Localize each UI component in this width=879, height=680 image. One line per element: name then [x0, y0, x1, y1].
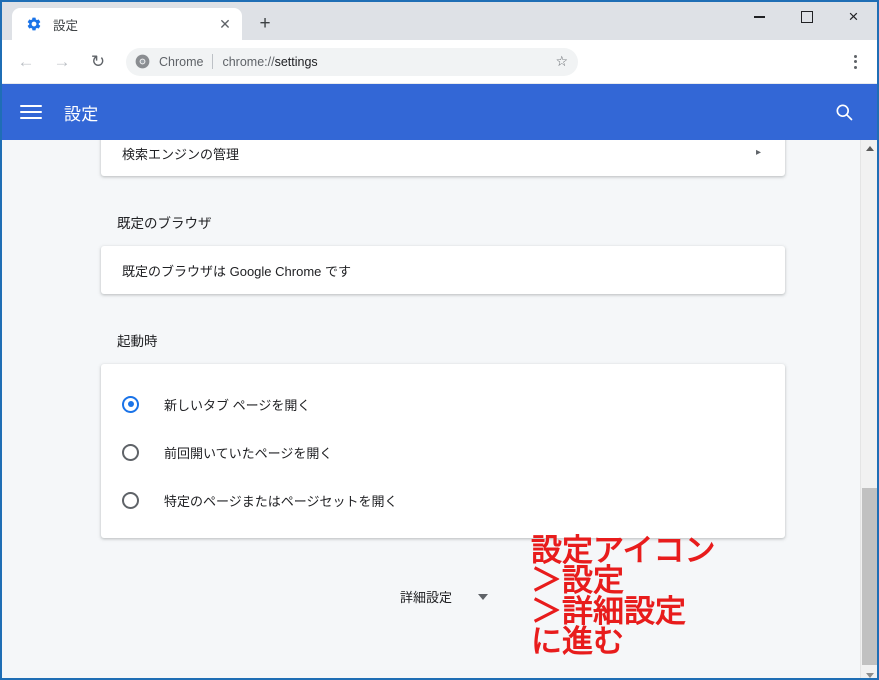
startup-option-specific-pages[interactable]: 特定のページまたはページセットを開く [101, 476, 785, 524]
settings-content: 検索エンジンの管理 ▸ 既定のブラウザ 既定のブラウザは Google Chro… [2, 140, 877, 678]
menu-dot [853, 60, 857, 63]
startup-option-label: 特定のページまたはページセットを開く [164, 493, 398, 509]
chrome-menu-icon[interactable] [841, 48, 869, 76]
startup-option-new-tab[interactable]: 新しいタブ ページを開く [101, 380, 785, 428]
page-title: 設定 [64, 104, 99, 124]
search-engine-card: 検索エンジンの管理 ▸ [101, 140, 785, 176]
chevron-right-icon: ▸ [755, 147, 761, 158]
vertical-scrollbar[interactable] [860, 140, 877, 678]
advanced-settings-button[interactable]: 詳細設定 [380, 580, 506, 613]
close-window-button[interactable]: × [830, 2, 877, 32]
startup-heading: 起動時 [117, 334, 158, 349]
startup-option-continue[interactable]: 前回開いていたページを開く [101, 428, 785, 476]
scroll-down-triangle [865, 673, 874, 678]
hamburger-menu-icon[interactable] [20, 105, 42, 119]
default-browser-card: 既定のブラウザは Google Chrome です [101, 246, 785, 294]
omnibox-divider [212, 54, 214, 69]
browser-window: 設定 ✕ + × ← → ↻ Chrome chrome://settings [0, 0, 879, 680]
radio-icon[interactable] [122, 491, 139, 509]
address-bar[interactable]: Chrome chrome://settings ☆ [126, 47, 578, 76]
chevron-down-icon [478, 593, 488, 600]
scroll-down-icon[interactable] [861, 667, 877, 678]
bookmark-star-icon[interactable]: ☆ [555, 53, 568, 70]
manage-search-engines-label: 検索エンジンの管理 [122, 146, 240, 162]
menu-dot [853, 54, 857, 58]
reload-icon[interactable]: ↻ [83, 47, 113, 77]
menu-dot [853, 65, 857, 69]
new-tab-button[interactable]: + [251, 9, 279, 37]
tab-strip: 設定 ✕ + × [2, 2, 877, 40]
default-browser-status: 既定のブラウザは Google Chrome です [122, 263, 351, 279]
search-icon[interactable] [831, 99, 857, 125]
omnibox-scheme-chip: Chrome [159, 54, 204, 69]
minimize-button[interactable] [736, 2, 783, 32]
window-controls: × [736, 2, 877, 32]
scrollbar-thumb[interactable] [862, 488, 877, 665]
omnibox-url: chrome://settings [222, 55, 547, 69]
scroll-up-icon[interactable] [861, 140, 877, 157]
radio-icon[interactable] [122, 395, 139, 413]
hamburger-bar [20, 105, 42, 107]
hamburger-bar [20, 111, 42, 113]
advanced-settings-wrap: 詳細設定 [101, 580, 785, 613]
tab-settings[interactable]: 設定 ✕ [12, 8, 242, 40]
startup-option-label: 前回開いていたページを開く [164, 445, 333, 461]
back-icon[interactable]: ← [11, 47, 41, 77]
browser-toolbar: ← → ↻ Chrome chrome://settings ☆ [2, 40, 877, 84]
radio-icon[interactable] [122, 443, 139, 461]
settings-scroll-container: 検索エンジンの管理 ▸ 既定のブラウザ 既定のブラウザは Google Chro… [2, 140, 858, 678]
default-browser-heading: 既定のブラウザ [117, 216, 212, 231]
omnibox-url-prefix: chrome:// [222, 54, 275, 69]
settings-header: 設定 [2, 84, 877, 140]
maximize-button[interactable] [783, 2, 830, 32]
forward-icon[interactable]: → [47, 47, 77, 77]
hamburger-bar [20, 117, 42, 119]
close-icon[interactable]: ✕ [216, 15, 234, 33]
advanced-settings-label: 詳細設定 [399, 590, 452, 605]
chrome-logo-icon [135, 54, 150, 69]
startup-card: 新しいタブ ページを開く 前回開いていたページを開く 特定のページまたはページセ… [101, 364, 785, 538]
omnibox-url-host: settings [274, 54, 318, 69]
gear-icon [26, 16, 42, 32]
manage-search-engines-row[interactable]: 検索エンジンの管理 ▸ [101, 140, 785, 176]
tab-title: 設定 [53, 18, 79, 33]
scroll-up-triangle [865, 146, 874, 151]
startup-option-label: 新しいタブ ページを開く [164, 397, 311, 413]
